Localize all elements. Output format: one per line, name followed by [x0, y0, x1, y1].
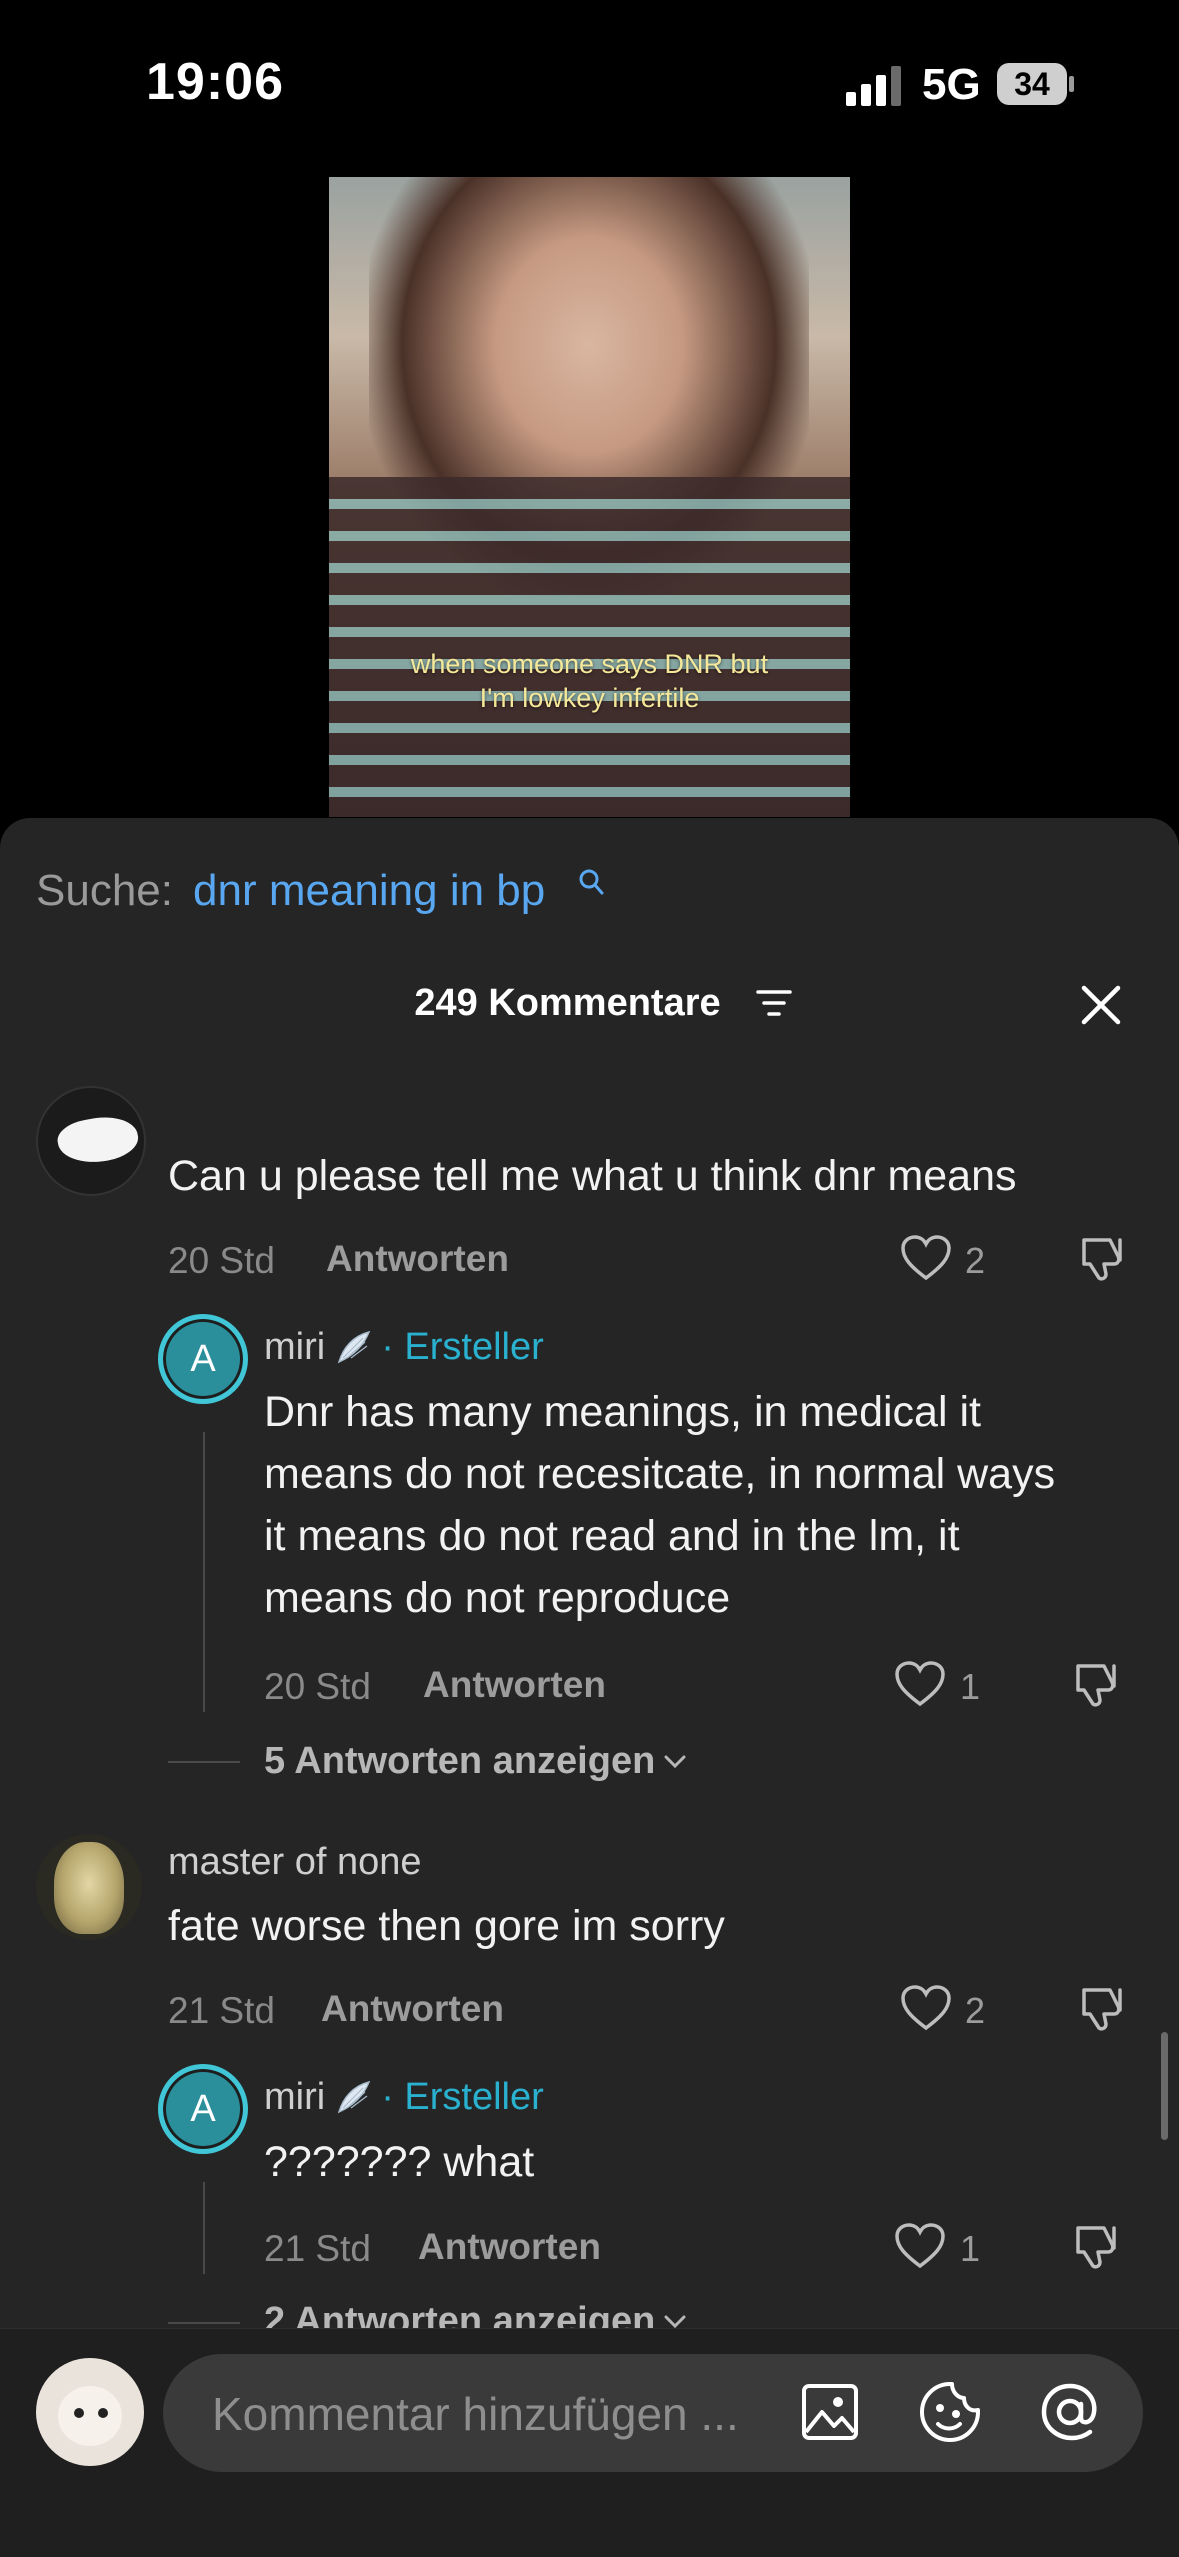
- reply-button[interactable]: Antworten: [321, 1988, 504, 2030]
- video-preview[interactable]: when someone says DNR but I'm lowkey inf…: [329, 177, 850, 817]
- search-suggestion-link[interactable]: dnr meaning in bp: [193, 866, 545, 916]
- heart-icon[interactable]: [900, 1234, 952, 1282]
- wing-icon: [338, 1330, 371, 1363]
- reply-text-line: means do not reproduce: [264, 1574, 731, 1622]
- creator-badge: · Ersteller: [381, 2076, 544, 2118]
- search-icon[interactable]: [578, 868, 604, 896]
- avatar[interactable]: [36, 1834, 142, 1940]
- reply-button[interactable]: Antworten: [423, 1664, 606, 1706]
- close-icon[interactable]: [1080, 984, 1122, 1026]
- dislike-icon[interactable]: [1074, 1660, 1126, 1708]
- comment-input-placeholder: Kommentar hinzufügen ...: [212, 2388, 739, 2440]
- heart-icon[interactable]: [894, 1660, 946, 1708]
- creator-badge: · Ersteller: [381, 1326, 544, 1368]
- video-caption-line2: I'm lowkey infertile: [479, 683, 700, 713]
- battery-level: 34: [1014, 66, 1050, 102]
- scrollbar[interactable]: [1161, 2032, 1168, 2140]
- reply-time: 21 Std: [264, 2228, 371, 2269]
- thread-line: [203, 2182, 205, 2274]
- reply-time: 20 Std: [264, 1666, 371, 1707]
- avatar-letter: A: [190, 1337, 216, 1380]
- battery-icon: 34: [997, 63, 1075, 105]
- comment-text: Can u please tell me what u think dnr me…: [168, 1152, 1017, 1200]
- comment-time: 21 Std: [168, 1990, 275, 2031]
- reply-text-line: it means do not read and in the lm, it: [264, 1512, 960, 1560]
- status-time: 19:06: [146, 53, 284, 111]
- reply-header: miri · Ersteller: [264, 1326, 544, 1369]
- avatar-letter: A: [190, 2087, 216, 2130]
- creator-avatar[interactable]: A: [158, 1314, 248, 1404]
- network-label: 5G: [922, 60, 981, 109]
- show-more-label: 5 Antworten anzeigen: [264, 1740, 656, 1782]
- dislike-icon[interactable]: [1080, 1984, 1132, 2032]
- like-count: 1: [960, 1666, 981, 1707]
- show-more-divider: [168, 2322, 240, 2324]
- comments-count-label: 249 Kommentare: [414, 982, 721, 1024]
- reply-button[interactable]: Antworten: [326, 1238, 509, 1280]
- thread-line: [203, 1432, 205, 1712]
- reply-button[interactable]: Antworten: [418, 2226, 601, 2268]
- user-avatar[interactable]: [36, 2358, 144, 2466]
- reply-header: miri · Ersteller: [264, 2076, 544, 2119]
- video-caption: when someone says DNR but I'm lowkey inf…: [329, 647, 850, 715]
- wing-icon: [338, 2080, 371, 2113]
- comment-text: fate worse then gore im sorry: [168, 1902, 725, 1950]
- heart-icon[interactable]: [894, 2222, 946, 2270]
- dislike-icon[interactable]: [1074, 2222, 1126, 2270]
- signal-icon: [846, 66, 901, 106]
- like-count: 1: [960, 2228, 981, 2269]
- show-more-replies[interactable]: 5 Antworten anzeigen: [264, 1740, 687, 1783]
- image-icon[interactable]: [800, 2382, 860, 2442]
- comment-username[interactable]: master of none: [168, 1841, 421, 1884]
- reply-text: Dnr has many meanings, in medical it mea…: [264, 1381, 1055, 1629]
- avatar[interactable]: [36, 1086, 146, 1196]
- video-caption-line1: when someone says DNR but: [410, 649, 769, 679]
- heart-icon[interactable]: [900, 1984, 952, 2032]
- creator-avatar[interactable]: A: [158, 2064, 248, 2154]
- reply-username[interactable]: miri: [264, 1326, 325, 1369]
- search-prefix: Suche:: [36, 866, 173, 915]
- comment-time: 20 Std: [168, 1240, 275, 1281]
- comments-count-title: 249 Kommentare: [0, 982, 1179, 1025]
- reply-text-line: Dnr has many meanings, in medical it: [264, 1388, 981, 1436]
- like-count: 2: [965, 1990, 986, 2031]
- chevron-down-icon: [664, 1755, 686, 1768]
- at-icon[interactable]: [1038, 2380, 1102, 2444]
- dislike-icon[interactable]: [1080, 1234, 1132, 1282]
- reply-username[interactable]: miri: [264, 2076, 325, 2119]
- emoji-icon[interactable]: [918, 2380, 982, 2444]
- filter-icon[interactable]: [756, 988, 792, 1018]
- reply-text-line: means do not recesitcate, in normal ways: [264, 1450, 1056, 1498]
- show-more-divider: [168, 1761, 240, 1763]
- like-count: 2: [965, 1240, 986, 1281]
- reply-text: ??????? what: [264, 2138, 535, 2186]
